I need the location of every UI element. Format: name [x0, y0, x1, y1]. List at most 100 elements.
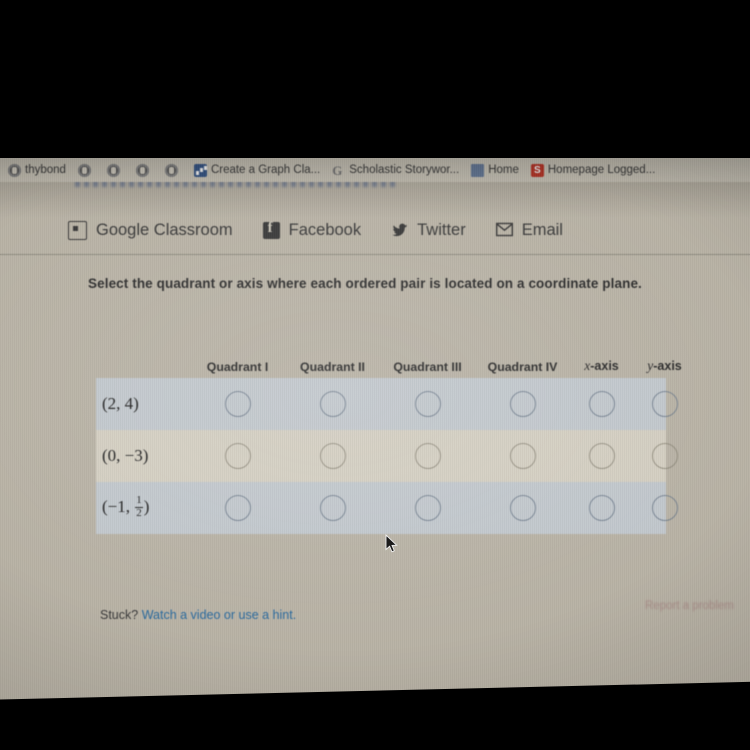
paren-close: ) [143, 496, 150, 516]
bookmark-item-scholastic[interactable]: G Scholastic Storywor... [326, 164, 465, 177]
radio-button[interactable] [319, 391, 346, 417]
radio-button[interactable] [414, 495, 441, 521]
fraction-numerator: 1 [135, 493, 143, 508]
home-icon [471, 163, 485, 177]
twitter-icon [391, 222, 408, 239]
google-g-icon: G [332, 162, 343, 178]
radio-button[interactable] [509, 391, 536, 417]
share-label: Facebook [288, 220, 362, 239]
facebook-icon [262, 220, 280, 239]
bookmarks-bar: thybond Create a Graph Cla... G Scholast… [0, 158, 750, 182]
bookmark-item-home[interactable]: Home [465, 163, 525, 177]
coord-sep: , [125, 496, 135, 516]
share-twitter[interactable]: Twitter [391, 221, 466, 240]
bookmark-item[interactable] [159, 163, 188, 177]
share-label: Twitter [417, 220, 466, 239]
row-label-ordered-pair: (0, −3) [96, 446, 190, 466]
cell-r2-quadrant-3[interactable] [380, 443, 475, 469]
coord-x: 2 [107, 394, 117, 413]
graph-icon [193, 163, 207, 177]
bookmark-label: Homepage Logged... [547, 164, 656, 176]
radio-button[interactable] [224, 391, 251, 417]
cell-r3-quadrant-4[interactable] [475, 495, 570, 521]
radio-button[interactable] [651, 443, 678, 469]
column-header-quadrant-1: Quadrant I [206, 360, 269, 374]
share-email[interactable]: Email [495, 220, 563, 240]
cell-r2-x-axis[interactable] [570, 443, 633, 469]
cell-r2-quadrant-4[interactable] [475, 443, 570, 469]
fraction-denominator: 2 [136, 506, 142, 519]
coord-y: −3 [124, 446, 143, 465]
share-label: Google Classroom [96, 220, 233, 239]
radio-button[interactable] [588, 391, 615, 417]
stuck-prefix: Stuck? [100, 608, 139, 622]
google-classroom-icon [68, 220, 87, 240]
chrome-icon [106, 163, 120, 177]
radio-button[interactable] [509, 443, 536, 469]
bookmark-item[interactable] [130, 163, 159, 177]
bookmark-item[interactable] [101, 163, 130, 177]
generic-bookmark-icon [8, 163, 21, 177]
cell-r3-x-axis[interactable] [570, 495, 633, 521]
report-a-problem-link[interactable]: Report a problem [645, 600, 734, 612]
cell-r1-quadrant-1[interactable] [190, 391, 285, 417]
coord-x: 0 [107, 446, 117, 465]
bookmark-label: Scholastic Storywor... [349, 164, 460, 176]
radio-button[interactable] [651, 495, 678, 521]
radio-button[interactable] [224, 495, 251, 521]
bookmark-item[interactable]: thybond [2, 163, 72, 177]
cell-r1-quadrant-3[interactable] [380, 391, 475, 417]
cell-r2-quadrant-2[interactable] [285, 443, 380, 469]
fraction-one-half: 12 [135, 493, 143, 519]
bookmark-item[interactable] [72, 163, 101, 177]
cell-r1-quadrant-4[interactable] [475, 391, 570, 417]
row-label-ordered-pair: (−1, 1 2) [96, 493, 190, 520]
coord-x: −1 [107, 496, 126, 516]
cell-r1-x-axis[interactable] [570, 391, 633, 417]
column-header-y-axis: y-axis [633, 358, 696, 374]
share-google-classroom[interactable]: Google Classroom [68, 220, 233, 240]
coord-sep: , [116, 394, 125, 413]
share-row: Google Classroom Facebook Twitter [0, 208, 750, 252]
cell-r3-quadrant-2[interactable] [285, 495, 380, 521]
email-icon [495, 222, 513, 239]
table-header-row: Quadrant I Quadrant II Quadrant III Quad… [96, 338, 682, 378]
bookmark-label: Home [488, 164, 519, 176]
chrome-icon [77, 163, 91, 177]
radio-button[interactable] [651, 391, 678, 417]
cell-r2-quadrant-1[interactable] [190, 443, 285, 469]
cell-r2-y-axis[interactable] [633, 443, 696, 469]
row-label-ordered-pair: (2, 4) [96, 394, 190, 414]
y-suffix: -axis [653, 359, 682, 373]
coord-y: 4 [124, 394, 134, 413]
chrome-icon [135, 163, 149, 177]
table-row: (0, −3) [96, 430, 678, 482]
radio-button[interactable] [509, 495, 536, 521]
radio-button[interactable] [224, 443, 251, 469]
radio-button[interactable] [319, 495, 346, 521]
x-suffix: -axis [590, 359, 619, 373]
cell-r3-quadrant-3[interactable] [380, 495, 475, 521]
cell-r3-quadrant-1[interactable] [190, 495, 285, 521]
quadrant-matrix-table: Quadrant I Quadrant II Quadrant III Quad… [96, 338, 682, 534]
paren-close: ) [133, 394, 139, 413]
cell-r1-quadrant-2[interactable] [285, 391, 380, 417]
coord-sep: , [116, 446, 125, 465]
radio-button[interactable] [414, 443, 441, 469]
share-label: Email [521, 220, 563, 239]
bookmark-item-homepage[interactable]: S Homepage Logged... [525, 163, 661, 177]
share-facebook[interactable]: Facebook [262, 220, 362, 240]
radio-button[interactable] [319, 443, 346, 469]
radio-button[interactable] [588, 443, 615, 469]
cell-r3-y-axis[interactable] [633, 495, 696, 521]
radio-button[interactable] [414, 391, 441, 417]
watch-video-hint-link[interactable]: Watch a video or use a hint. [142, 608, 296, 622]
column-header-x-axis: x-axis [570, 358, 633, 374]
bookmark-label: Create a Graph Cla... [210, 164, 321, 176]
stuck-hint: Stuck? Watch a video or use a hint. [100, 608, 296, 622]
cell-r1-y-axis[interactable] [633, 391, 696, 417]
radio-button[interactable] [588, 495, 615, 521]
bookmark-item-create-a-graph[interactable]: Create a Graph Cla... [188, 163, 326, 177]
photo-of-screen: thybond Create a Graph Cla... G Scholast… [0, 0, 750, 750]
s-logo-icon: S [530, 163, 544, 177]
